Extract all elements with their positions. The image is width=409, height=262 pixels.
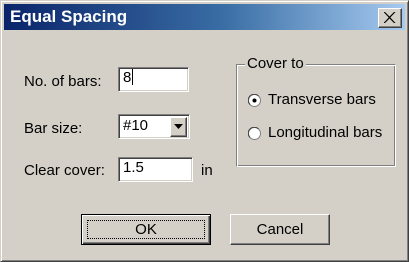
chevron-down-icon bbox=[174, 124, 183, 129]
radio-selected-icon[interactable] bbox=[248, 94, 261, 107]
title-bar[interactable]: Equal Spacing bbox=[4, 4, 405, 30]
cover-to-label: Cover to bbox=[245, 55, 306, 73]
longitudinal-bars-label: Longitudinal bars bbox=[268, 124, 383, 141]
bar-size-label: Bar size: bbox=[24, 120, 83, 137]
cancel-button[interactable]: Cancel bbox=[230, 214, 330, 245]
equal-spacing-dialog: Equal Spacing No. of bars: 8 Bar size: #… bbox=[0, 0, 409, 262]
no-of-bars-input[interactable]: 8 bbox=[118, 67, 189, 92]
clear-cover-unit: in bbox=[201, 162, 213, 179]
clear-cover-label: Clear cover: bbox=[24, 162, 105, 179]
close-button[interactable] bbox=[378, 8, 402, 28]
ok-button-label: OK bbox=[135, 221, 157, 238]
bar-size-dropdown-button[interactable] bbox=[170, 117, 187, 137]
ok-button[interactable]: OK bbox=[81, 214, 211, 245]
dialog-title: Equal Spacing bbox=[10, 7, 128, 26]
close-icon bbox=[384, 12, 396, 23]
bar-size-select[interactable]: #10 bbox=[118, 114, 190, 139]
radio-transverse-bars[interactable]: Transverse bars bbox=[248, 91, 388, 111]
cover-to-group bbox=[236, 64, 396, 167]
clear-cover-value: 1.5 bbox=[123, 159, 144, 176]
transverse-bars-label: Transverse bars bbox=[268, 91, 376, 108]
text-caret bbox=[132, 69, 134, 85]
cancel-button-label: Cancel bbox=[256, 221, 304, 238]
no-of-bars-label: No. of bars: bbox=[24, 73, 102, 90]
radio-unselected-icon[interactable] bbox=[248, 127, 261, 140]
radio-longitudinal-bars[interactable]: Longitudinal bars bbox=[248, 124, 393, 144]
bar-size-value: #10 bbox=[123, 117, 149, 134]
no-of-bars-value: 8 bbox=[123, 69, 132, 86]
clear-cover-input[interactable]: 1.5 bbox=[118, 157, 193, 182]
